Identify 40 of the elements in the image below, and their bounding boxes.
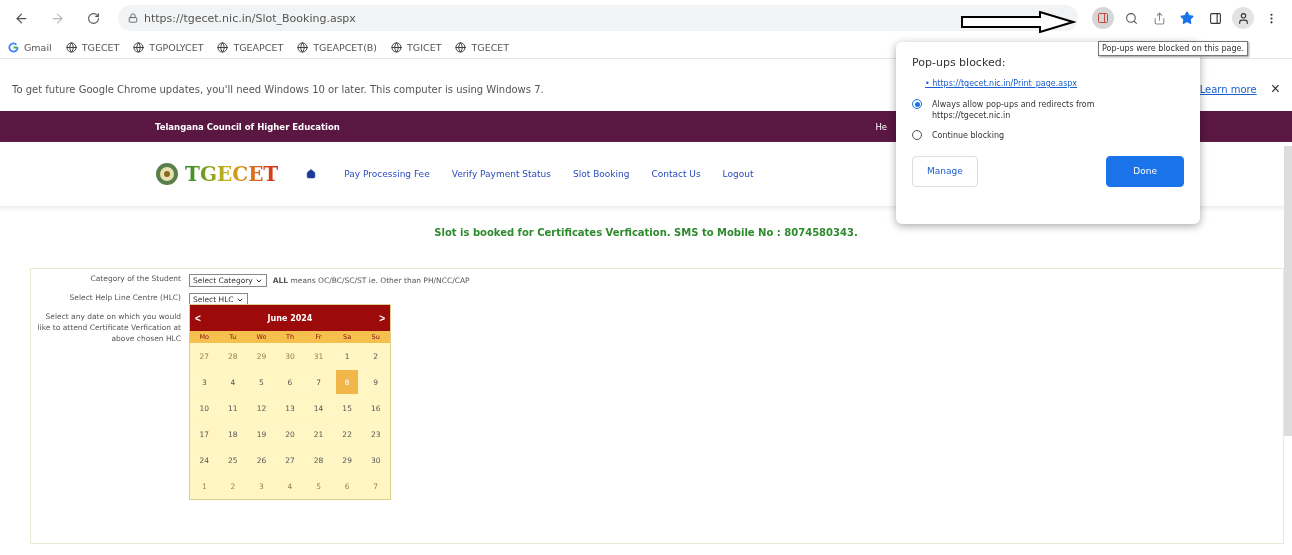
nav-link[interactable]: Slot Booking: [573, 169, 630, 179]
nav-link[interactable]: Pay Processing Fee: [344, 169, 430, 179]
globe-icon: [133, 41, 145, 53]
globe-icon: [455, 41, 467, 53]
bookmark-link[interactable]: TGECET: [455, 41, 510, 53]
globe-icon: [65, 41, 77, 53]
popup-title: Pop-ups blocked:: [912, 56, 1007, 69]
council-name: Telangana Council of Higher Education: [155, 121, 340, 132]
next-month-button[interactable]: >: [379, 312, 385, 324]
url-text: https://tgecet.nic.in/Slot_Booking.aspx: [144, 11, 356, 25]
nav-link[interactable]: Verify Payment Status: [451, 169, 551, 179]
bookmark-link[interactable]: TGEAPCET: [217, 41, 284, 53]
bookmark-link[interactable]: TGEAPCET(B): [297, 41, 378, 53]
option-label: Continue blocking: [932, 130, 1005, 142]
globe-icon: [297, 41, 309, 53]
emblem-icon: [155, 162, 179, 186]
header-text: He: [875, 121, 887, 132]
success-message: Slot is booked for Certificates Verfication. SMS to Mobile No : 8074580343.: [433, 227, 859, 238]
close-button[interactable]: ×: [1270, 80, 1280, 98]
popup-link[interactable]: • https://tgecet.nic.in/Print_page.aspx: [925, 79, 1078, 88]
address-bar[interactable]: https://tgecet.nic.in/Slot_Booking.aspx: [118, 5, 1078, 31]
profile-icon[interactable]: [1232, 7, 1254, 29]
previous-month-button[interactable]: <: [195, 312, 201, 324]
lock-icon: [128, 13, 138, 23]
globe-icon: [217, 41, 229, 53]
update-message: To get future Google Chrome updates, you'll need Windows 10 or later. This computer is using Windows 7.: [12, 83, 544, 95]
tooltip: Pop-ups were blocked on this page.: [1098, 41, 1248, 56]
option-label: Always allow pop-ups and redirects from https://tgecet.nic.in: [932, 99, 1096, 122]
bookmark-link[interactable]: TGPOLYCET: [133, 41, 204, 53]
manage-button[interactable]: Manage: [912, 155, 978, 187]
learn-more-link[interactable]: Learn more: [1199, 83, 1257, 95]
globe-icon: [391, 41, 403, 53]
bookmark-link[interactable]: TGECET: [65, 41, 120, 53]
nav-link[interactable]: Contact Us: [651, 169, 701, 179]
google-icon: [8, 41, 19, 53]
nav-link[interactable]: Logout: [722, 169, 754, 179]
bookmark-link[interactable]: Gmail: [8, 41, 52, 53]
done-button[interactable]: Done: [1106, 155, 1184, 187]
bookmark-link[interactable]: TGICET: [391, 41, 442, 53]
month-title: June 2024: [267, 313, 313, 323]
